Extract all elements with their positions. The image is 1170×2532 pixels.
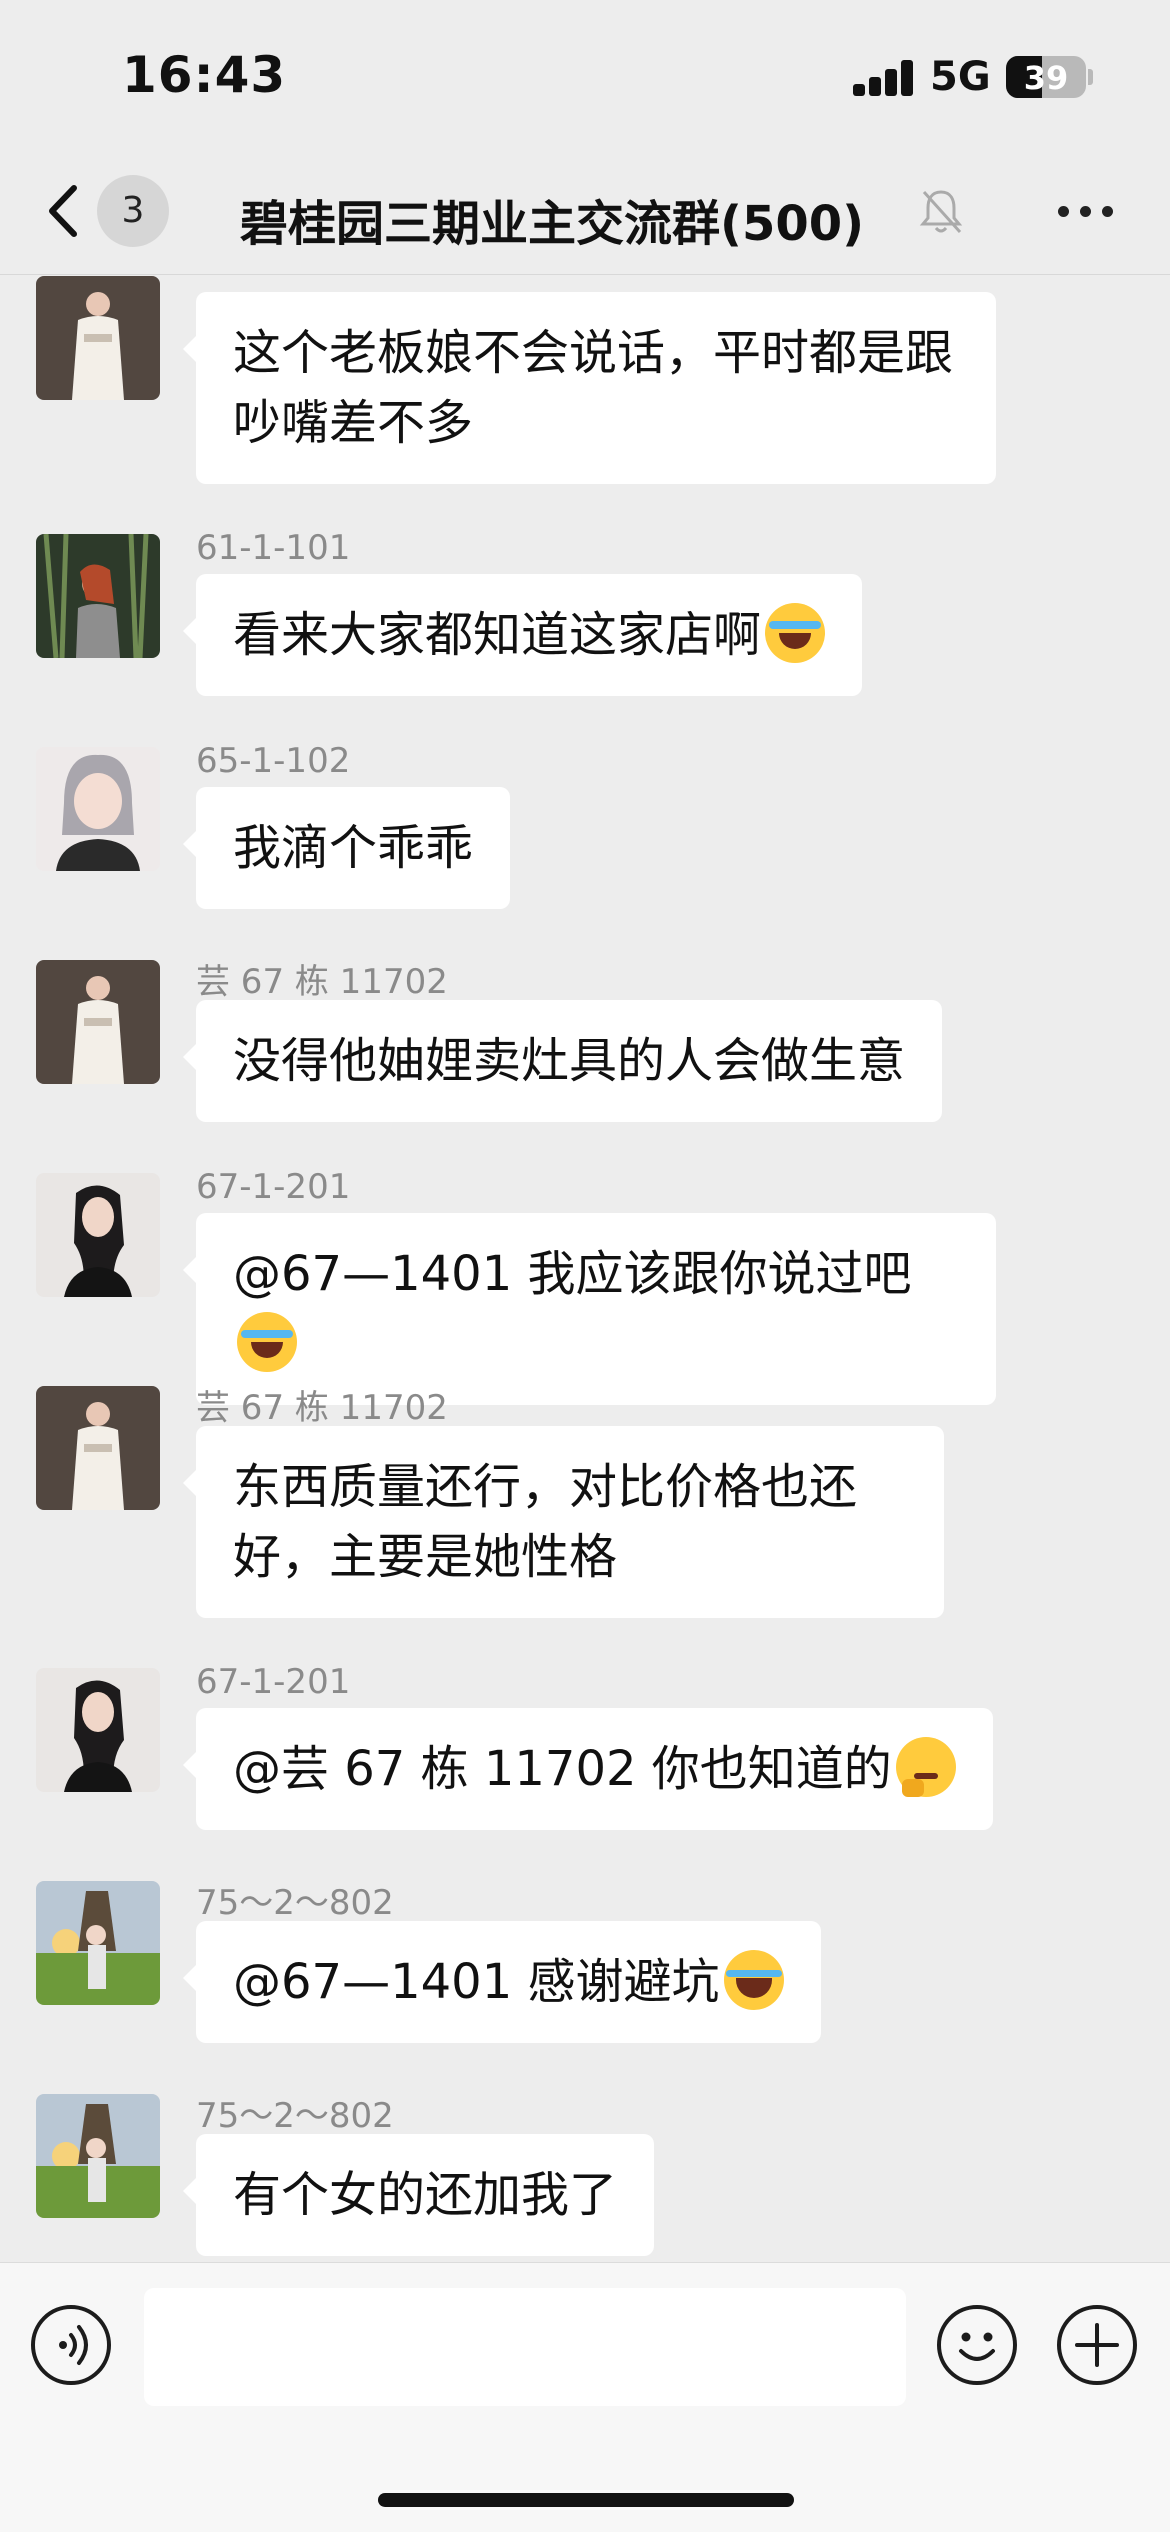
- more-actions-button[interactable]: [1057, 2305, 1137, 2385]
- unread-count-badge[interactable]: 3: [97, 175, 169, 247]
- message-text: @芸 67 栋 11702 你也知道的: [233, 1741, 892, 1797]
- message-bubble[interactable]: @芸 67 栋 11702 你也知道的: [183, 1708, 993, 1830]
- message-bubble[interactable]: 东西质量还行，对比价格也还好，主要是她性格: [183, 1426, 944, 1618]
- input-bar: [0, 2262, 1170, 2532]
- plus-icon: [1075, 2323, 1119, 2367]
- sender-name: 61-1-101: [196, 528, 351, 568]
- avatar[interactable]: [36, 1668, 160, 1792]
- message-text: 这个老板娘不会说话，平时都是跟吵嘴差不多: [233, 325, 954, 451]
- page-title[interactable]: 碧桂园三期业主交流群(500): [240, 184, 864, 254]
- message-text: 有个女的还加我了: [233, 2167, 618, 2223]
- avatar[interactable]: [36, 1386, 160, 1510]
- emoji-button[interactable]: [937, 2305, 1017, 2385]
- avatar[interactable]: [36, 534, 160, 658]
- more-options-button[interactable]: [1050, 180, 1120, 240]
- loudly-crying-face-emoji: [765, 603, 826, 663]
- avatar[interactable]: [36, 276, 160, 400]
- chevron-left-icon: [49, 185, 77, 237]
- sender-name: 75～2～802: [196, 2096, 394, 2136]
- home-indicator[interactable]: [378, 2493, 794, 2507]
- avatar[interactable]: [36, 2094, 160, 2218]
- thinking-face-emoji: [895, 1737, 956, 1797]
- network-type: 5G: [930, 54, 991, 100]
- sender-name: 芸 67 栋 11702: [196, 1388, 448, 1428]
- message-bubble[interactable]: @67—1401 我应该跟你说过吧: [183, 1213, 996, 1405]
- message-bubble[interactable]: @67—1401 感谢避坑: [183, 1921, 821, 2043]
- sender-name: 67-1-201: [196, 1662, 351, 1702]
- message-input[interactable]: [144, 2288, 906, 2406]
- message-bubble[interactable]: 看来大家都知道这家店啊: [182, 574, 863, 696]
- battery-level: 39: [1023, 59, 1069, 97]
- avatar[interactable]: [36, 747, 160, 871]
- message-bubble[interactable]: 没得他妯娌卖灶具的人会做生意: [182, 1000, 943, 1122]
- status-bar: 16:43 5G 39: [0, 0, 1170, 150]
- loudly-crying-face-emoji: [237, 1312, 297, 1372]
- chat-header: 3 碧桂园三期业主交流群(500): [0, 150, 1170, 275]
- message-text: 没得他妯娌卖灶具的人会做生意: [233, 1033, 906, 1089]
- avatar[interactable]: [36, 1173, 160, 1297]
- message-bubble[interactable]: 有个女的还加我了: [182, 2134, 655, 2256]
- message-text: 东西质量还行，对比价格也还好，主要是她性格: [233, 1459, 858, 1585]
- smiley-icon: [959, 2332, 995, 2361]
- battery-tip: [1088, 69, 1093, 85]
- avatar[interactable]: [36, 1881, 160, 2005]
- message-text: @67—1401 我应该跟你说过吧: [233, 1246, 912, 1302]
- sender-name: 67-1-201: [196, 1167, 351, 1207]
- message-bubble[interactable]: 我滴个乖乖: [182, 787, 511, 909]
- muted-bell-icon: [918, 186, 964, 236]
- avatar[interactable]: [36, 960, 160, 1084]
- message-bubble[interactable]: 这个老板娘不会说话，平时都是跟吵嘴差不多: [183, 292, 996, 484]
- sender-name: 65-1-102: [196, 741, 351, 781]
- tears-of-joy-face-emoji: [723, 1950, 784, 2010]
- message-text: @67—1401 感谢避坑: [233, 1954, 720, 2010]
- cellular-signal-icon: [853, 60, 915, 96]
- sender-name: 75～2～802: [196, 1883, 394, 1923]
- message-text: 看来大家都知道这家店啊: [233, 607, 762, 663]
- message-text: 我滴个乖乖: [233, 820, 474, 876]
- voice-icon: [59, 2325, 88, 2365]
- back-button[interactable]: [40, 176, 90, 246]
- sender-name: 芸 67 栋 11702: [196, 962, 448, 1002]
- status-time: 16:43: [122, 46, 287, 104]
- voice-input-button[interactable]: [31, 2305, 111, 2385]
- battery-icon: 39: [1006, 56, 1086, 98]
- message-list[interactable]: 这个老板娘不会说话，平时都是跟吵嘴差不多 61-1-101 看来大家都知道这家店…: [0, 276, 1170, 2260]
